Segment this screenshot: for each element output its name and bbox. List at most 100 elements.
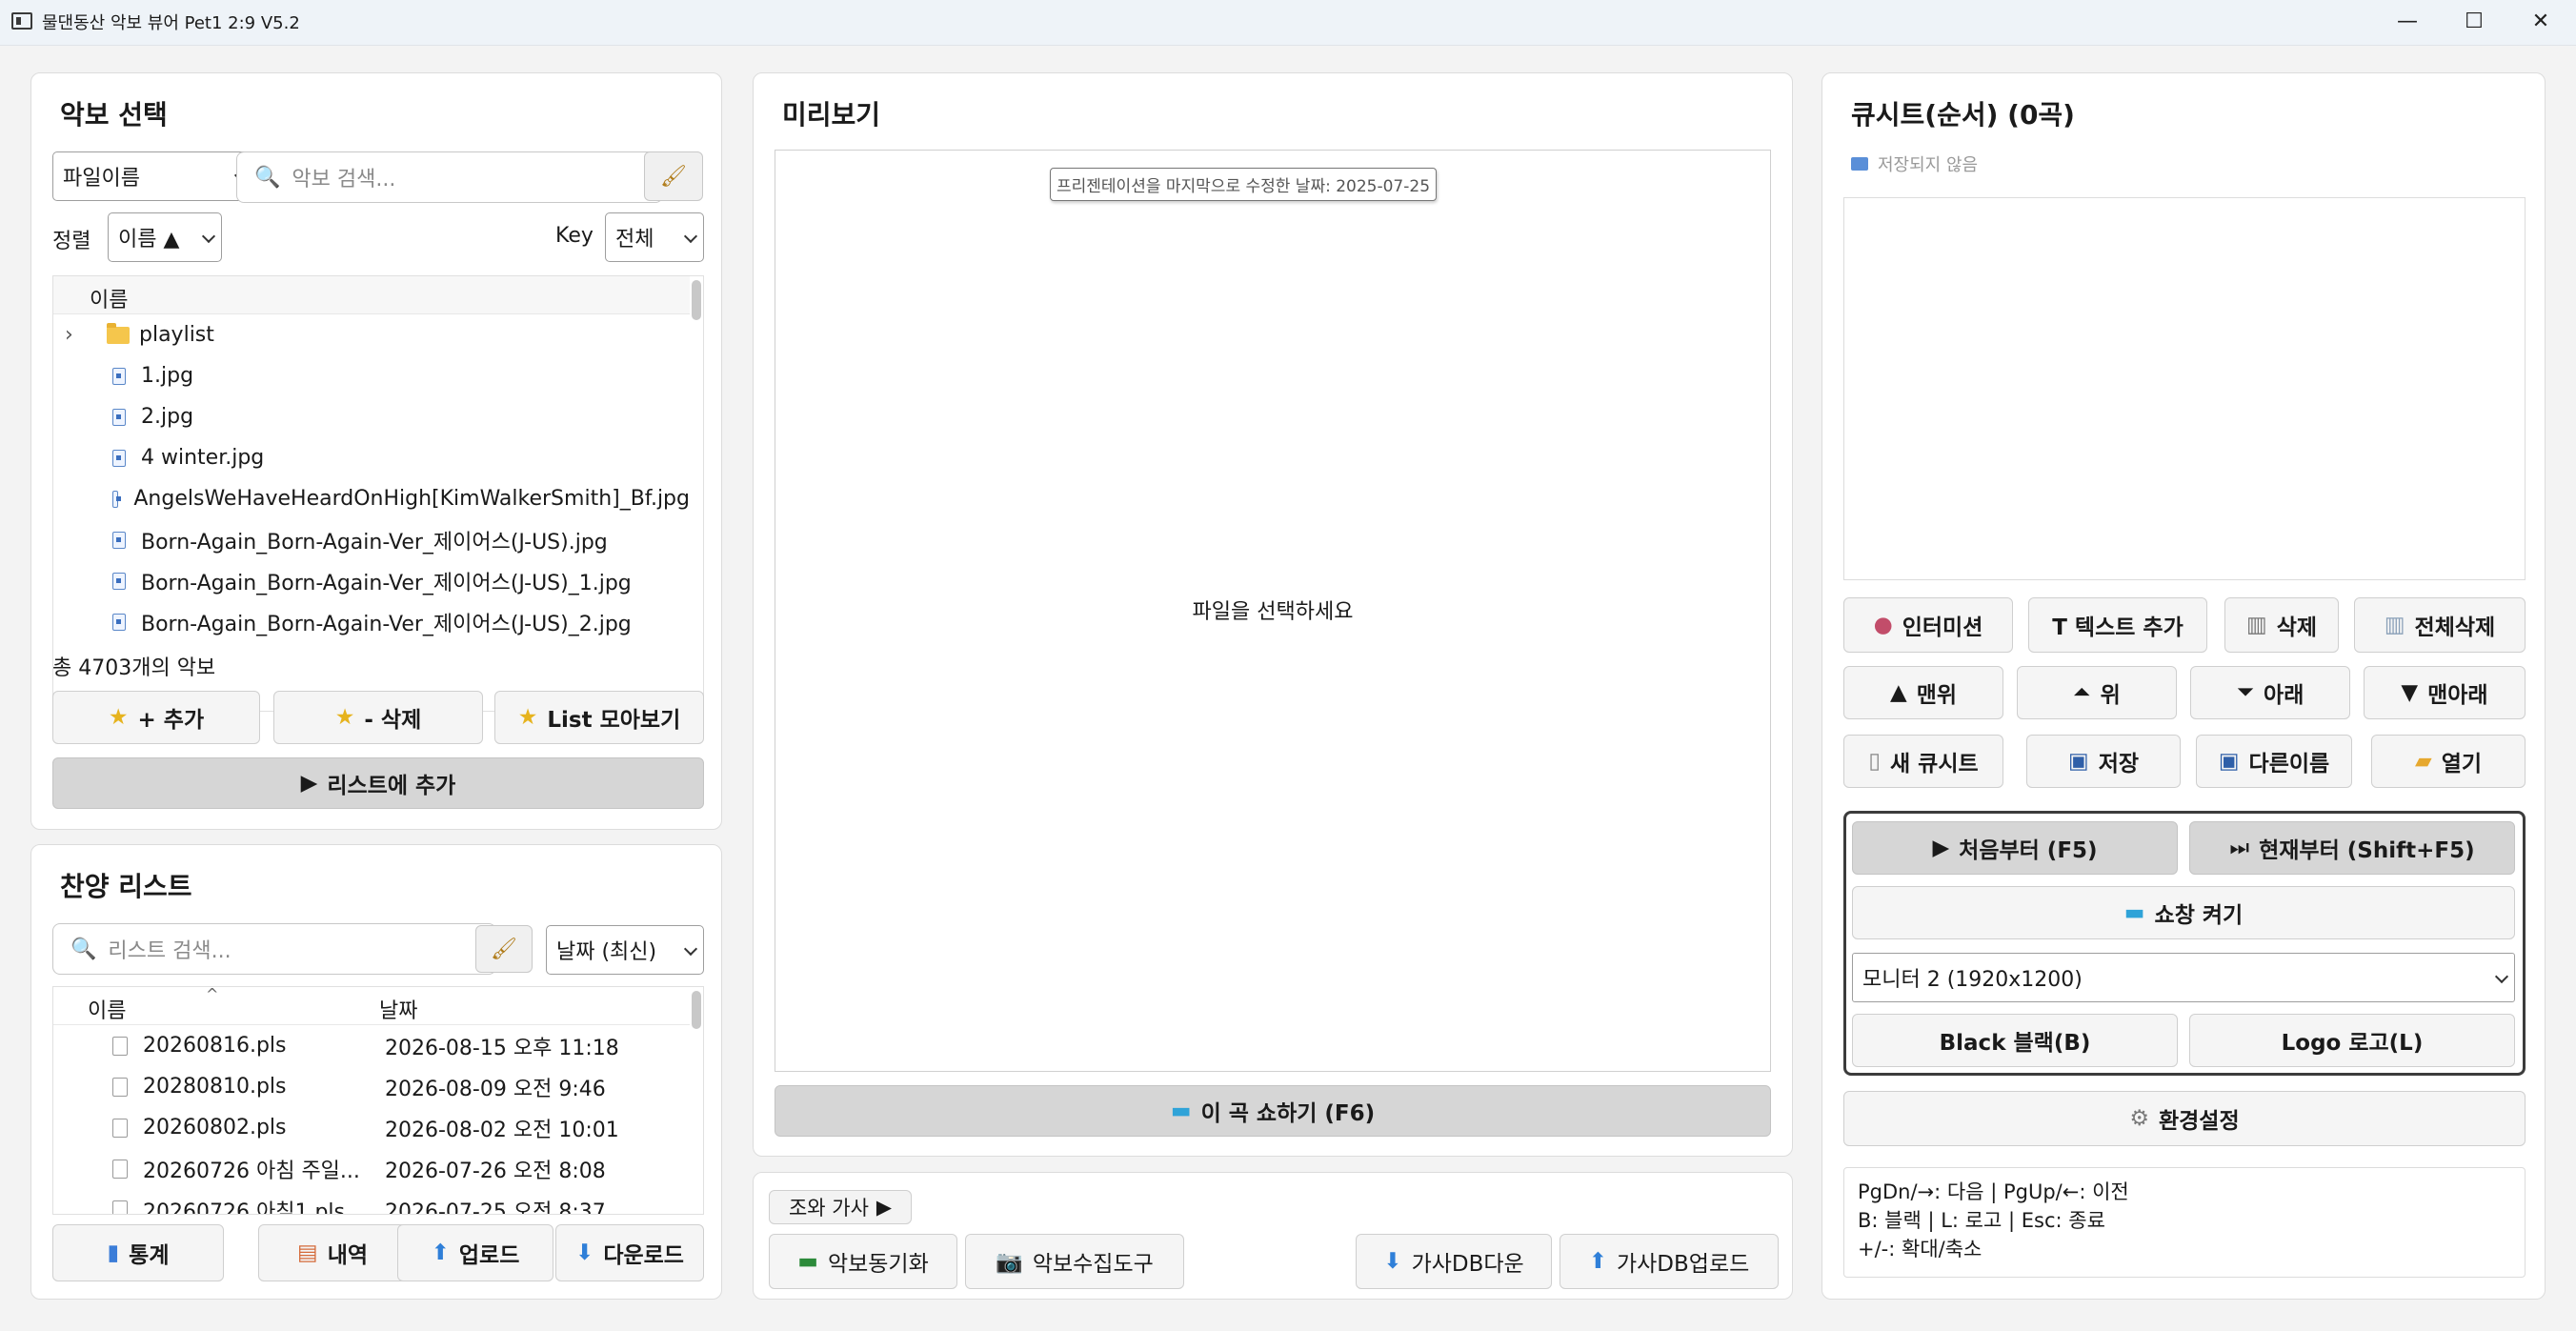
save-button[interactable]: ▣ 저장 <box>2026 735 2181 788</box>
open-button[interactable]: ▰ 열기 <box>2371 735 2526 788</box>
button-label: 아래 <box>2264 683 2304 708</box>
table-row[interactable]: 20280810.pls 2026-08-09 오전 9:46 <box>53 1066 690 1107</box>
logo-screen-button[interactable]: Logo 로고(L) <box>2189 1014 2515 1067</box>
intermission-button[interactable]: ● 인터미션 <box>1843 597 2013 653</box>
lyrics-db-upload-button[interactable]: ⬆ 가사DB업로드 <box>1560 1234 1779 1289</box>
settings-button[interactable]: ⚙ 환경설정 <box>1843 1091 2526 1146</box>
clear-brush-button[interactable]: 🖌 <box>475 925 533 973</box>
search-icon: 🔍 <box>70 937 97 961</box>
list-item[interactable]: Born-Again_Born-Again-Ver_제이어스(J-US).jpg <box>53 519 690 560</box>
table-header[interactable]: 이름 ^ 날짜 <box>53 987 690 1025</box>
button-label: 인터미션 <box>1902 615 1983 640</box>
column-header-name[interactable]: 이름 <box>88 994 126 1024</box>
skip-forward-icon: ⏭ <box>2229 836 2250 860</box>
panel-title: 악보 선택 <box>60 99 168 131</box>
file-name: 4 winter.jpg <box>141 446 265 470</box>
sheet-file-tree[interactable]: 이름 › playlist 1.jpg 2.jpg 4 winter.jpg A… <box>52 275 704 712</box>
list-item[interactable]: Born-Again_Born-Again-Ver_제이어스(J-US)_2.j… <box>53 601 690 642</box>
history-button[interactable]: ▤ 내역 <box>258 1224 407 1281</box>
button-label: Logo 로고(L) <box>2281 1031 2424 1056</box>
list-item[interactable]: AngelsWeHaveHeardOnHigh[KimWalkerSmith]_… <box>53 478 690 519</box>
praise-list-table[interactable]: 이름 ^ 날짜 20260816.pls 2026-08-15 오후 11:18… <box>52 986 704 1215</box>
filter-mode-select[interactable]: 파일이름 <box>52 151 254 201</box>
play-from-start-button[interactable]: ▶ 처음부터 (F5) <box>1852 821 2178 875</box>
close-button[interactable]: ✕ <box>2507 0 2574 44</box>
sync-icon: ▬ <box>797 1249 818 1274</box>
triangle-up-icon: ▲ <box>1889 680 1907 705</box>
button-label: 가사DB다운 <box>1411 1252 1524 1277</box>
upload-button[interactable]: ⬆ 업로드 <box>397 1224 553 1281</box>
download-button[interactable]: ⬇ 다운로드 <box>555 1224 704 1281</box>
move-up-button[interactable]: ⏶ 위 <box>2017 666 2177 719</box>
add-text-button[interactable]: T 텍스트 추가 <box>2028 597 2207 653</box>
sheet-search-input[interactable]: 🔍 악보 검색... <box>236 151 663 203</box>
scrollbar-thumb[interactable] <box>692 280 701 320</box>
column-header-name[interactable]: 이름 <box>90 283 128 313</box>
table-row[interactable]: 20260726 아침1.pls 2026-07-25 오전 8:37 <box>53 1189 690 1215</box>
tree-folder-row[interactable]: › playlist <box>53 314 690 355</box>
scrollbar-thumb[interactable] <box>692 991 701 1029</box>
favorite-list-button[interactable]: ★ List 모아보기 <box>494 691 704 744</box>
button-label: + 추가 <box>137 708 205 733</box>
table-row[interactable]: 20260726 아침 주일... 2026-07-26 오전 8:08 <box>53 1148 690 1189</box>
monitor-value: 모니터 2 (1920x1200) <box>1862 968 2083 992</box>
file-name: 1.jpg <box>141 364 194 388</box>
button-label: - 삭제 <box>364 708 422 733</box>
button-label: 맨아래 <box>2427 683 2488 708</box>
image-file-icon <box>112 572 126 590</box>
key-select[interactable]: 전체 <box>605 212 704 262</box>
row-date: 2026-07-26 오전 8:08 <box>385 1159 606 1183</box>
window-title: 물댄동산 악보 뷰어 Pet1 2:9 V5.2 <box>42 13 300 33</box>
monitor-select[interactable]: 모니터 2 (1920x1200) <box>1852 953 2515 1002</box>
cue-list[interactable] <box>1843 197 2526 580</box>
sheet-sync-button[interactable]: ▬ 악보동기화 <box>769 1234 957 1289</box>
new-cue-sheet-button[interactable]: ▯ 새 큐시트 <box>1843 735 2003 788</box>
list-search-input[interactable]: 🔍 리스트 검색... <box>52 923 496 975</box>
list-item[interactable]: 4 winter.jpg <box>53 437 690 478</box>
download-icon: ⬇ <box>575 1240 594 1265</box>
list-item[interactable]: 2.jpg <box>53 396 690 437</box>
show-window-button[interactable]: ▬ 쇼창 켜기 <box>1852 886 2515 939</box>
show-song-button[interactable]: ▬ 이 곡 쇼하기 (F6) <box>775 1085 1771 1137</box>
move-top-button[interactable]: ▲ 맨위 <box>1843 666 2003 719</box>
minimize-button[interactable]: — <box>2374 0 2441 44</box>
delete-button[interactable]: ▥ 삭제 <box>2224 597 2339 653</box>
maximize-button[interactable]: ☐ <box>2441 0 2507 44</box>
list-sort-select[interactable]: 날짜 (최신) <box>546 925 704 975</box>
button-label: List 모아보기 <box>547 708 681 733</box>
lyrics-db-download-button[interactable]: ⬇ 가사DB다운 <box>1356 1234 1552 1289</box>
play-icon: ▶ <box>875 1196 893 1219</box>
caret-down-icon: ⏷ <box>2236 680 2255 705</box>
table-row[interactable]: 20260802.pls 2026-08-02 오전 10:01 <box>53 1107 690 1148</box>
image-file-icon <box>112 613 126 631</box>
table-row[interactable]: 20260816.pls 2026-08-15 오후 11:18 <box>53 1025 690 1066</box>
save-as-button[interactable]: ▣ 다른이름 <box>2196 735 2352 788</box>
stats-button[interactable]: ▮ 통계 <box>52 1224 224 1281</box>
chord-lyrics-toggle[interactable]: 조와 가사 ▶ <box>769 1190 912 1224</box>
list-item[interactable]: Born-Again_Born-Again-Ver_제이어스(J-US)_1.j… <box>53 560 690 601</box>
row-name: 20260726 아침1.pls <box>143 1200 345 1215</box>
expander-icon[interactable]: › <box>65 323 107 347</box>
play-from-current-button[interactable]: ⏭ 현재부터 (Shift+F5) <box>2189 821 2515 875</box>
sort-select[interactable]: 이름 ▲ <box>108 212 222 262</box>
sheet-count: 총 4703개의 악보 <box>52 656 216 680</box>
favorite-remove-button[interactable]: ★ - 삭제 <box>273 691 483 744</box>
add-to-list-button[interactable]: ▶ 리스트에 추가 <box>52 757 704 809</box>
move-down-button[interactable]: ⏷ 아래 <box>2190 666 2350 719</box>
delete-all-button[interactable]: ▥ 전체삭제 <box>2354 597 2526 653</box>
list-item[interactable]: 1.jpg <box>53 355 690 396</box>
chevron-down-icon <box>2494 969 2509 984</box>
clear-brush-button[interactable]: 🖌 <box>644 151 703 201</box>
sort-value: 이름 ▲ <box>118 228 180 252</box>
sheet-collector-button[interactable]: 📷 악보수집도구 <box>965 1234 1184 1289</box>
tree-header[interactable]: 이름 <box>53 276 690 314</box>
column-header-date[interactable]: 날짜 <box>379 994 417 1024</box>
button-label: 위 <box>2100 683 2121 708</box>
favorite-add-button[interactable]: ★ + 추가 <box>52 691 260 744</box>
floppy-icon: ▣ <box>2218 749 2240 774</box>
sheet-select-panel: 악보 선택 파일이름 🔍 악보 검색... 🖌 정렬 이름 ▲ Key 전체 이… <box>30 72 722 830</box>
move-bottom-button[interactable]: ▼ 맨아래 <box>2364 666 2526 719</box>
black-screen-button[interactable]: Black 블랙(B) <box>1852 1014 2178 1067</box>
row-name: 20260816.pls <box>143 1034 287 1058</box>
preview-canvas[interactable]: 프리젠테이션을 마지막으로 수정한 날짜: 2025-07-25 파일을 선택하… <box>775 150 1771 1072</box>
